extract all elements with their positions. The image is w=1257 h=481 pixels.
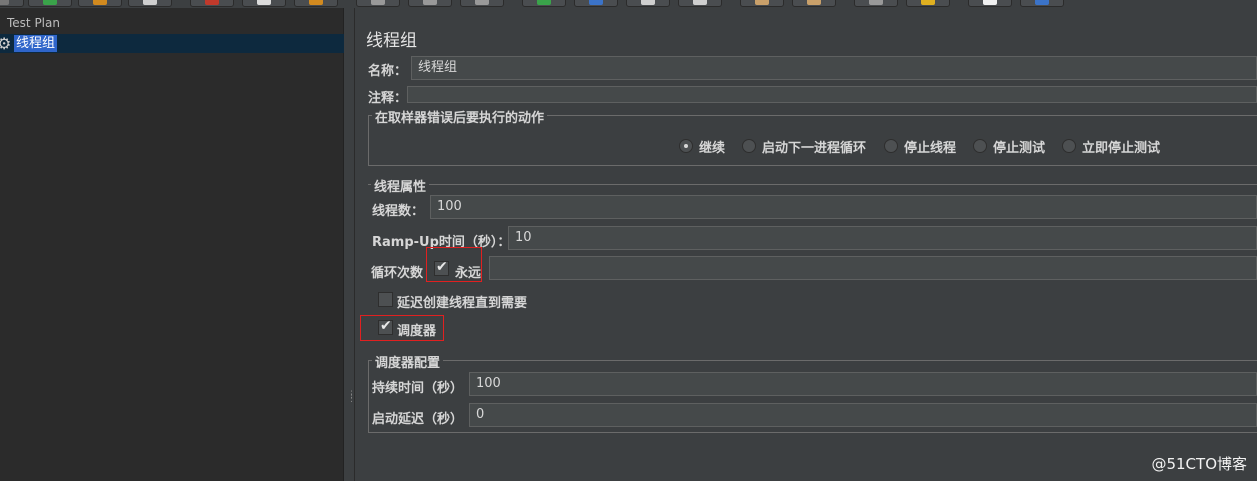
toolbar-button[interactable] [626,0,670,7]
radio-button[interactable] [679,139,693,153]
tree-item-test-plan[interactable]: Test Plan [7,16,60,30]
test-plan-tree: Test Plan ⚙ 线程组 [0,8,344,481]
scheduler-checkbox[interactable] [378,318,393,335]
panel-splitter[interactable]: ⋮ ⋮ [345,8,356,481]
thread-count-field[interactable]: 100 [430,195,1257,219]
forever-label: 永远 [455,266,482,281]
forever-checkbox[interactable] [434,259,449,276]
loop-count-field[interactable] [489,256,1257,280]
radio-label: 立即停止测试 [1082,141,1161,156]
gear-icon: ⚙ [0,34,12,53]
toolbar-button[interactable] [678,0,722,7]
name-field[interactable]: 线程组 [411,56,1257,80]
radio-continue[interactable]: 继续 [679,137,739,156]
toolbar-button[interactable] [0,0,24,7]
toolbar-button[interactable] [128,0,172,7]
sampler-error-group-title: 在取样器错误后要执行的动作 [372,107,548,126]
toolbar-button[interactable] [78,0,122,7]
thread-properties-group: 线程属性 [368,176,1257,195]
duration-label: 持续时间（秒） [372,381,464,396]
toolbar-button[interactable] [460,0,504,7]
radio-label: 停止测试 [993,141,1046,156]
comment-label: 注释： [368,91,408,106]
toolbar-button[interactable] [28,0,72,7]
tree-item-label: 线程组 [14,35,58,52]
scheduler-label: 调度器 [397,324,437,339]
thread-group-panel: 线程组 名称： 线程组 注释： 在取样器错误后要执行的动作 继续 启动下一进程循… [356,8,1257,481]
toolbar [0,0,1257,8]
radio-label: 继续 [699,141,726,156]
toolbar-button[interactable] [522,0,566,7]
toolbar-button[interactable] [968,0,1012,7]
delay-thread-creation-checkbox[interactable] [378,292,393,307]
watermark: @51CTO博客 [1151,455,1247,473]
rampup-field[interactable]: 10 [508,226,1257,250]
scheduler-config-title: 调度器配置 [372,352,444,371]
radio-button[interactable] [742,139,756,153]
radio-start-next-loop[interactable]: 启动下一进程循环 [742,137,872,156]
radio-button[interactable] [1062,139,1076,153]
radio-label: 停止线程 [904,141,957,156]
radio-button[interactable] [884,139,898,153]
toolbar-button[interactable] [740,0,784,7]
toolbar-button[interactable] [408,0,452,7]
thread-count-label: 线程数： [372,204,425,219]
name-label: 名称： [368,64,408,79]
startup-delay-field[interactable]: 0 [469,403,1257,427]
radio-stop-thread[interactable]: 停止线程 [884,137,964,156]
toolbar-button[interactable] [574,0,618,7]
toolbar-button[interactable] [1020,0,1064,7]
startup-delay-label: 启动延迟（秒） [372,412,464,427]
radio-stop-test-now[interactable]: 立即停止测试 [1062,137,1172,156]
toolbar-button[interactable] [906,0,950,7]
toolbar-button[interactable] [792,0,836,7]
toolbar-button[interactable] [190,0,234,7]
page-title: 线程组 [366,31,417,51]
toolbar-button[interactable] [242,0,286,7]
radio-stop-test[interactable]: 停止测试 [973,137,1053,156]
radio-button[interactable] [973,139,987,153]
splitter-grip-icon: ⋮ ⋮ [347,390,356,404]
radio-label: 启动下一进程循环 [762,141,867,156]
delay-thread-creation-label: 延迟创建线程直到需要 [397,296,528,311]
comment-field[interactable] [407,86,1257,103]
duration-field[interactable]: 100 [469,372,1257,396]
toolbar-button[interactable] [854,0,898,7]
loop-count-label: 循环次数 [371,266,424,281]
toolbar-button[interactable] [356,0,400,7]
thread-properties-title: 线程属性 [371,176,430,195]
toolbar-button[interactable] [294,0,338,7]
tree-item-thread-group[interactable]: ⚙ 线程组 [0,34,344,53]
